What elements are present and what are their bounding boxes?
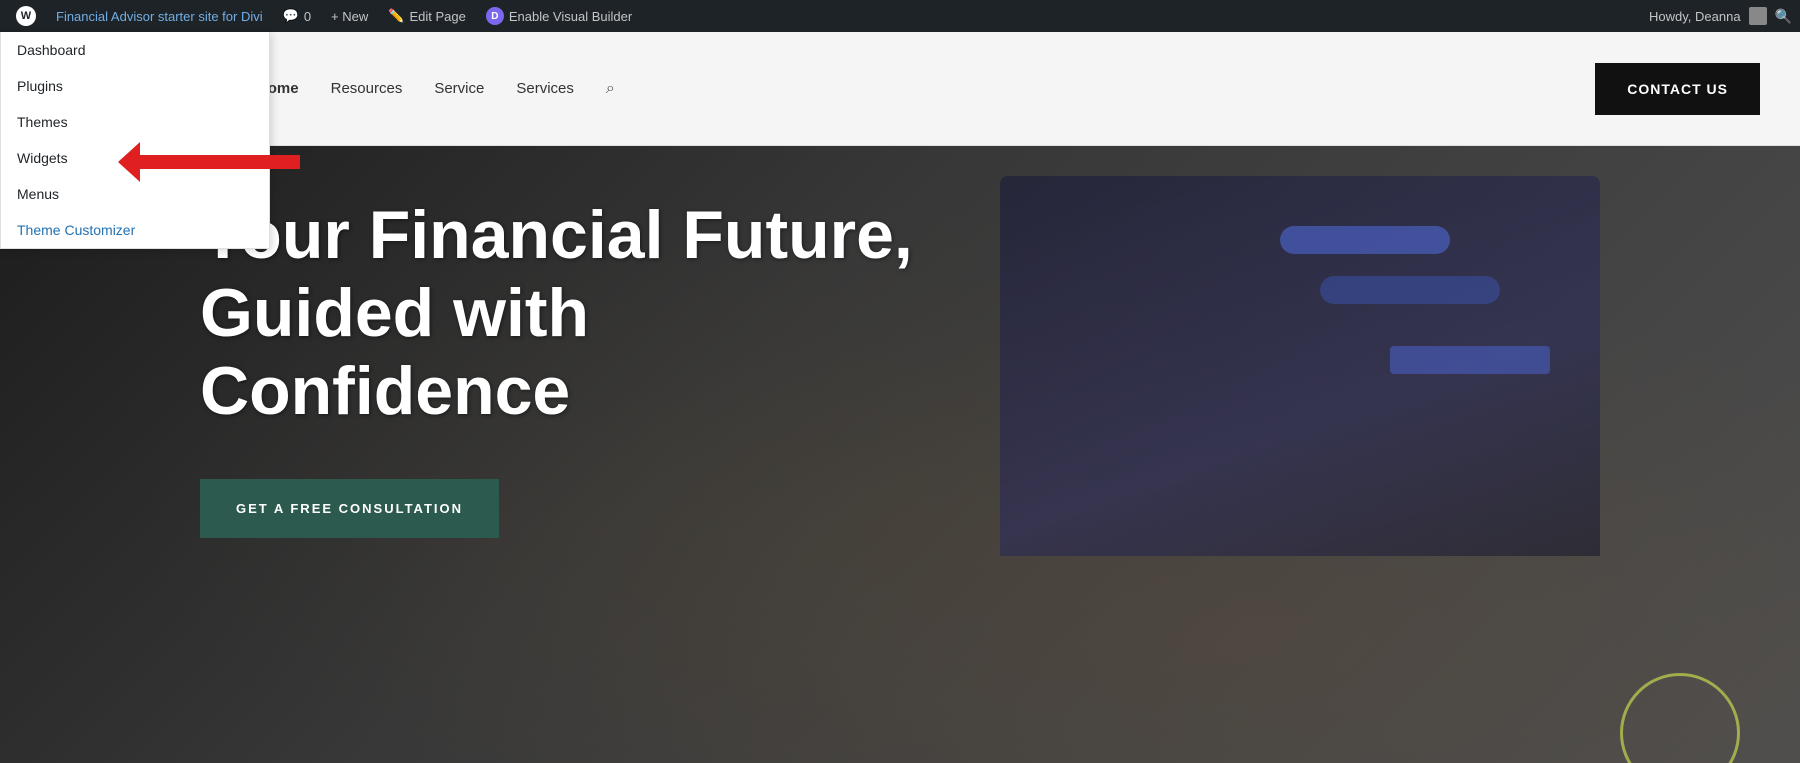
dropdown-item-theme-customizer[interactable]: Theme Customizer xyxy=(1,212,269,248)
nav-service[interactable]: Service xyxy=(434,80,484,97)
dropdown-item-dashboard[interactable]: Dashboard xyxy=(1,32,269,68)
dropdown-item-plugins[interactable]: Plugins xyxy=(1,68,269,104)
edit-page-item[interactable]: ✏️ Edit Page xyxy=(380,0,474,32)
hero-section: Your Financial Future, Guided with Confi… xyxy=(0,146,1800,763)
hero-content: Your Financial Future, Guided with Confi… xyxy=(200,196,1000,538)
admin-bar: W Financial Advisor starter site for Div… xyxy=(0,0,1800,32)
user-avatar xyxy=(1749,7,1767,25)
admin-bar-right: Howdy, Deanna 🔍 xyxy=(1649,7,1792,25)
new-label: + New xyxy=(331,9,368,24)
comment-icon: 💬 xyxy=(283,8,299,24)
comments-count: 0 xyxy=(304,9,311,24)
screen-element-3 xyxy=(1390,346,1550,374)
contact-button[interactable]: CONTACT US xyxy=(1595,63,1760,115)
arrow-annotation xyxy=(140,155,300,169)
hero-heading: Your Financial Future, Guided with Confi… xyxy=(200,196,1000,431)
new-item[interactable]: + New xyxy=(323,0,376,32)
site-nav: About Blog Contact Home Resources Servic… xyxy=(40,80,1595,98)
howdy-label: Howdy, Deanna xyxy=(1649,9,1741,24)
cta-button[interactable]: GET A FREE CONSULTATION xyxy=(200,479,499,538)
red-arrow xyxy=(140,155,300,169)
edit-icon: ✏️ xyxy=(388,8,404,24)
nav-services[interactable]: Services xyxy=(516,80,574,97)
site-name-label: Financial Advisor starter site for Divi xyxy=(56,9,263,24)
dropdown-item-themes[interactable]: Themes xyxy=(1,104,269,140)
screen-element-2 xyxy=(1320,276,1500,304)
hero-heading-line1: Your Financial Future, Guided with xyxy=(200,197,913,351)
hero-heading-line2: Confidence xyxy=(200,353,570,429)
site-header: About Blog Contact Home Resources Servic… xyxy=(0,32,1800,146)
admin-dropdown-menu: Dashboard Plugins Themes Widgets Menus T… xyxy=(0,32,270,249)
search-icon[interactable]: 🔍 xyxy=(1775,8,1792,25)
wp-logo[interactable]: W xyxy=(8,0,44,32)
divi-icon: D xyxy=(486,7,504,25)
divi-item[interactable]: D Enable Visual Builder xyxy=(478,0,640,32)
enable-vb-label: Enable Visual Builder xyxy=(509,9,632,24)
screen-element-1 xyxy=(1280,226,1450,254)
edit-label: Edit Page xyxy=(409,9,465,24)
comments-item[interactable]: 💬 0 xyxy=(275,0,319,32)
nav-resources[interactable]: Resources xyxy=(331,80,403,97)
wordpress-icon: W xyxy=(16,6,36,26)
search-icon[interactable]: ⌕ xyxy=(606,80,615,98)
site-name[interactable]: Financial Advisor starter site for Divi xyxy=(48,0,271,32)
